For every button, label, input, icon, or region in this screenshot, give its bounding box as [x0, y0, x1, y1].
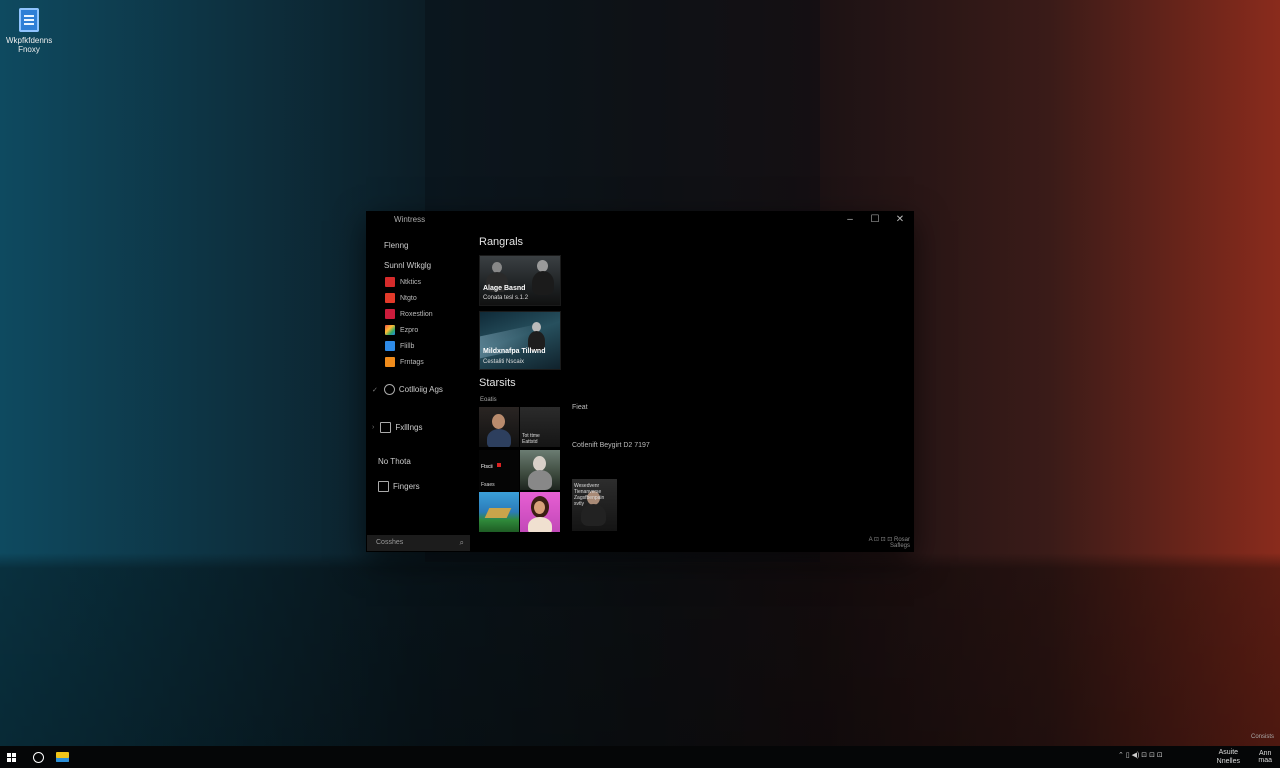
app-icon — [385, 341, 395, 351]
tile-caption: Ftscii — [481, 464, 493, 470]
window-title: Wintress — [394, 215, 426, 224]
close-button[interactable]: ✕ — [888, 213, 912, 227]
settings-icon — [383, 384, 395, 395]
desktop-shortcut-label: Wkpfkfdenns Fnoxy — [6, 36, 53, 54]
card-subtitle: Conata tesl s.1.2 — [483, 295, 529, 301]
app-icon — [385, 277, 395, 287]
sidebar: Flenng Sunnl Wtkglg Ntktics Ntgto Roxest… — [366, 229, 471, 552]
sidebar-app-label: Flillb — [400, 342, 415, 350]
clock-date: Nnelles — [1216, 758, 1240, 765]
person-figure — [487, 429, 511, 447]
sidebar-app-item[interactable]: Ntgto — [385, 292, 417, 304]
sidebar-app-label: Ntgto — [400, 294, 417, 302]
sidebar-group-label: Sunnl Wtkglg — [384, 261, 432, 270]
sidebar-app-item[interactable]: Ntktics — [385, 276, 421, 288]
clock-time: Asuite — [1218, 749, 1239, 756]
minimize-button[interactable]: – — [838, 213, 862, 227]
start-button[interactable] — [0, 746, 22, 768]
sidebar-item-no-thota[interactable]: No Thota — [378, 457, 411, 466]
desktop-corner-note: Consists — [1250, 734, 1274, 740]
detail-text: Cotlenift Beygirt D2 7197 — [572, 442, 650, 449]
image-tile[interactable]: Ftscii Fsaes — [479, 450, 519, 490]
sidebar-item-label: Fxlllngs — [395, 423, 423, 432]
kite-shape — [484, 508, 512, 518]
search-button[interactable] — [27, 746, 49, 768]
tile-caption: Fsaes — [481, 482, 495, 488]
sidebar-app-label: Ntktics — [400, 278, 421, 286]
media-card[interactable]: Alage Basnd Conata tesl s.1.2 — [479, 255, 561, 306]
sidebar-item-label: Cotlloiig Ags — [398, 385, 443, 394]
red-dot-icon — [497, 463, 501, 467]
search-input[interactable]: Cosshes ⌕ — [367, 535, 470, 551]
circle-search-icon — [32, 751, 44, 763]
person-figure — [492, 414, 505, 429]
media-card[interactable]: Mildxnafpa Tillwnd Cestaliti Nscaix — [479, 311, 561, 370]
sidebar-app-item[interactable]: Frntags — [385, 356, 424, 368]
maximize-button[interactable]: ☐ — [863, 213, 887, 227]
preview-caption: Wesedvenr Tienanverse Zagsfbenpain svtly — [574, 483, 605, 507]
app-icon — [385, 357, 395, 367]
detail-heading: Fieat — [572, 404, 588, 411]
image-tile[interactable]: Tot ttme Eattstd — [520, 407, 560, 447]
section-subtitle: Eoatis — [480, 397, 497, 403]
checkmark-icon: ✓ — [372, 386, 378, 394]
desktop-shortcut[interactable]: Wkpfkfdenns Fnoxy — [6, 8, 52, 54]
person-figure — [532, 271, 554, 295]
sidebar-item-fallings[interactable]: › Fxlllngs — [372, 422, 422, 433]
app-window: Wintress – ☐ ✕ Flenng Sunnl Wtkglg Ntkti… — [366, 211, 914, 552]
status-bar: A ⊡ ⊡ ⊡ Rosar Saflegs — [868, 537, 910, 549]
clock[interactable]: Asuite Nnelles — [1217, 748, 1240, 766]
title-bar[interactable]: Wintress – ☐ ✕ — [366, 211, 914, 229]
sidebar-item-controlling[interactable]: ✓ Cotlloiig Ags — [372, 384, 443, 395]
chevron-right-icon: › — [372, 424, 375, 431]
folder-icon — [55, 752, 69, 762]
sidebar-app-item[interactable]: Roxestlion — [385, 308, 433, 320]
person-figure — [533, 456, 546, 471]
search-placeholder: Cosshes — [376, 539, 404, 546]
folder-icon — [380, 422, 392, 433]
section-title: Starsits — [479, 377, 516, 389]
card-title: Mildxnafpa Tillwnd — [483, 348, 546, 355]
person-figure — [534, 501, 545, 514]
person-figure — [528, 517, 552, 532]
sidebar-app-item[interactable]: Flillb — [385, 340, 414, 352]
image-tile[interactable] — [520, 450, 560, 490]
image-tile[interactable] — [479, 407, 519, 447]
card-title: Alage Basnd — [483, 285, 526, 292]
sidebar-app-item[interactable]: Ezpro — [385, 324, 418, 336]
image-tile[interactable] — [520, 492, 560, 532]
image-tile[interactable] — [479, 492, 519, 532]
notification-button[interactable]: Ann maa — [1258, 750, 1272, 764]
sidebar-item-fingers[interactable]: Fingers — [378, 481, 420, 492]
windows-icon — [6, 752, 16, 762]
document-icon — [19, 8, 39, 32]
person-figure — [581, 504, 606, 526]
sidebar-item-home[interactable]: Flenng — [384, 241, 408, 250]
preview-tile[interactable]: Wesedvenr Tienanverse Zagsfbenpain svtly — [572, 479, 617, 531]
system-tray-icons[interactable]: ⌃ ▯ ◀) ⊡ ⊡ ⊡ — [1118, 751, 1163, 759]
file-explorer-button[interactable] — [51, 746, 73, 768]
search-icon[interactable]: ⌕ — [460, 535, 464, 551]
sidebar-item-label: Fingers — [393, 482, 420, 491]
sidebar-app-label: Frntags — [400, 358, 424, 366]
app-icon — [385, 325, 395, 335]
sidebar-app-label: Roxestlion — [400, 310, 433, 318]
sidebar-item-label: No Thota — [378, 457, 411, 466]
card-subtitle: Cestaliti Nscaix — [483, 359, 525, 365]
person-figure — [528, 470, 552, 490]
section-title: Rangrals — [479, 236, 524, 248]
page-icon — [378, 481, 389, 492]
taskbar: ⌃ ▯ ◀) ⊡ ⊡ ⊡ Asuite Nnelles Ann maa — [0, 746, 1280, 768]
app-icon — [385, 309, 395, 319]
tile-caption: Tot ttme Eattstd — [522, 433, 540, 445]
app-icon — [385, 293, 395, 303]
sidebar-app-label: Ezpro — [400, 326, 419, 334]
